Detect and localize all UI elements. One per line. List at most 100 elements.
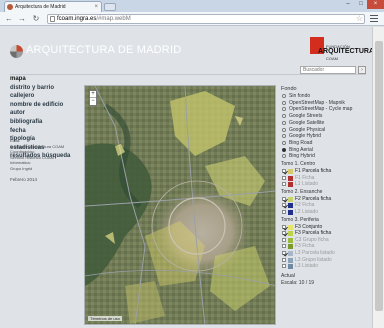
basemap-option[interactable]: OpenStreetMap - Cycle map bbox=[281, 106, 371, 113]
basemap-option-label: OpenStreetMap - Mapnik bbox=[289, 99, 345, 106]
basemap-option[interactable]: Google Physical bbox=[281, 127, 371, 134]
checkbox-icon[interactable] bbox=[282, 244, 286, 249]
radio-icon[interactable] bbox=[282, 140, 286, 145]
reload-icon[interactable]: ↻ bbox=[31, 14, 41, 24]
basemap-option[interactable]: Google Hybrid bbox=[281, 133, 371, 140]
maximize-icon[interactable]: □ bbox=[355, 0, 367, 9]
sidebar-item-autor[interactable]: autor bbox=[10, 109, 80, 118]
layer-item[interactable]: F2 Parcela ficha bbox=[281, 196, 371, 203]
sidebar-item-bibliografia[interactable]: bibliografía bbox=[10, 118, 80, 127]
layer-swatch bbox=[288, 264, 293, 270]
layer-item[interactable]: F2 Ficha bbox=[281, 202, 371, 209]
layer-label: F2 Ficha bbox=[295, 202, 315, 209]
search-button[interactable]: › bbox=[358, 66, 366, 74]
checkbox-icon[interactable] bbox=[282, 264, 286, 269]
radio-icon[interactable] bbox=[282, 120, 286, 125]
layer-swatch bbox=[288, 244, 293, 250]
layer-swatch bbox=[288, 203, 293, 209]
layer-swatch bbox=[288, 237, 293, 243]
layer-swatch bbox=[288, 250, 293, 256]
zoom-in-button[interactable]: + bbox=[90, 91, 96, 98]
scrollbar-thumb[interactable] bbox=[375, 41, 383, 311]
sidebar-item-callejero[interactable]: callejero bbox=[10, 92, 80, 101]
radio-icon[interactable] bbox=[282, 100, 286, 105]
radio-icon[interactable] bbox=[282, 114, 286, 119]
site-logo-icon bbox=[10, 45, 23, 58]
minimize-icon[interactable]: – bbox=[342, 0, 354, 9]
sidebar-item-distrito[interactable]: distrito y barrio bbox=[10, 84, 80, 93]
page-scrollbar[interactable] bbox=[372, 27, 384, 328]
sidebar-item-mapa[interactable]: mapa bbox=[10, 75, 80, 84]
tab-close-icon[interactable]: × bbox=[94, 2, 98, 12]
layer-swatch bbox=[288, 169, 293, 175]
radio-icon[interactable] bbox=[282, 107, 286, 112]
search-input[interactable] bbox=[300, 66, 356, 74]
radio-icon[interactable] bbox=[282, 94, 286, 98]
zoom-control: + − bbox=[89, 90, 97, 106]
layer-item[interactable]: L3 Parcela listado bbox=[281, 250, 371, 257]
site-favicon-icon bbox=[7, 4, 13, 10]
credit-line: Grupo Ingrid bbox=[10, 165, 33, 171]
layer-item[interactable]: L1 Listado bbox=[281, 181, 371, 188]
checkbox-icon[interactable] bbox=[282, 196, 286, 201]
basemap-option[interactable]: OpenStreetMap - Mapnik bbox=[281, 100, 371, 107]
brand-line3: COAM bbox=[326, 56, 338, 61]
layer-item[interactable]: L2 Listado bbox=[281, 209, 371, 216]
checkbox-icon[interactable] bbox=[282, 182, 286, 187]
map-terms-link[interactable]: Términos de uso bbox=[88, 316, 122, 321]
checkbox-icon[interactable] bbox=[282, 169, 286, 174]
layer-swatch bbox=[288, 182, 293, 188]
browser-tab[interactable]: Arquitectura de Madrid × bbox=[4, 1, 102, 12]
checkbox-icon[interactable] bbox=[282, 224, 286, 229]
basemap-option-label: Sin fondo bbox=[289, 93, 311, 99]
checkbox-icon[interactable] bbox=[282, 231, 286, 236]
layer-item[interactable]: F3 Conjunto bbox=[281, 224, 371, 231]
bookmark-star-icon[interactable]: ☆ bbox=[356, 14, 363, 24]
layer-swatch bbox=[288, 175, 293, 181]
layer-item[interactable]: F3 Parcela ficha bbox=[281, 230, 371, 237]
forward-arrow-icon[interactable]: → bbox=[17, 14, 27, 24]
basemap-option[interactable]: Google Streets bbox=[281, 113, 371, 120]
layer-item[interactable]: F3 Ficha bbox=[281, 243, 371, 250]
basemap-option-label: Google Physical bbox=[289, 126, 326, 133]
radio-icon[interactable] bbox=[282, 127, 286, 132]
layer-item[interactable]: C3 Grupo ficha bbox=[281, 237, 371, 244]
radio-icon[interactable] bbox=[282, 147, 286, 152]
basemap-option[interactable]: Google Satellite bbox=[281, 120, 371, 127]
basemap-option-label: Google Satellite bbox=[289, 119, 325, 126]
checkbox-icon[interactable] bbox=[282, 210, 286, 214]
radio-icon[interactable] bbox=[282, 134, 286, 139]
browser-toolbar: ← → ↻ fcoam.ingra.es/#map.webM ☆ bbox=[0, 12, 384, 26]
layer-label: L3 Listado bbox=[295, 263, 319, 270]
basemap-option-label: Google Hybrid bbox=[289, 133, 321, 140]
actual-label: Actual bbox=[281, 272, 295, 279]
layer-label: L1 Listado bbox=[295, 181, 319, 188]
sidebar-item-fecha[interactable]: fecha bbox=[10, 127, 80, 136]
new-tab-button[interactable] bbox=[104, 3, 116, 11]
layer-label: C3 Grupo ficha bbox=[295, 236, 329, 243]
aerial-imagery bbox=[85, 86, 275, 324]
address-bar[interactable]: fcoam.ingra.es/#map.webM bbox=[47, 14, 365, 24]
basemap-option[interactable]: Bing Hybrid bbox=[281, 153, 371, 160]
web-page: ARQUITECTURA DE MADRID FUNDACIÓN ARQUITE… bbox=[0, 27, 374, 328]
checkbox-icon[interactable] bbox=[282, 203, 286, 208]
checkbox-icon[interactable] bbox=[282, 237, 286, 242]
back-arrow-icon[interactable]: ← bbox=[4, 14, 14, 24]
layer-item[interactable]: L3 Listado bbox=[281, 263, 371, 270]
window-close-icon[interactable]: × bbox=[367, 0, 384, 9]
checkbox-icon[interactable] bbox=[282, 250, 286, 255]
checkbox-icon[interactable] bbox=[282, 175, 286, 180]
layer-label: F3 Parcela ficha bbox=[295, 230, 332, 237]
layer-item[interactable]: F1 Parcela ficha bbox=[281, 168, 371, 175]
sidebar-item-edificio[interactable]: nombre de edificio bbox=[10, 101, 80, 110]
basemap-option[interactable]: Bing Aerial bbox=[281, 147, 371, 154]
layer-item[interactable]: F1 Ficha bbox=[281, 175, 371, 182]
basemap-option[interactable]: Bing Road bbox=[281, 140, 371, 147]
zoom-out-button[interactable]: − bbox=[90, 98, 96, 105]
aerial-map[interactable]: + − bbox=[84, 85, 276, 325]
checkbox-icon[interactable] bbox=[282, 257, 286, 262]
radio-icon[interactable] bbox=[282, 154, 286, 159]
browser-menu-icon[interactable] bbox=[370, 15, 378, 22]
layer-item[interactable]: L3 Grupo listado bbox=[281, 257, 371, 264]
basemap-option[interactable]: Sin fondo bbox=[281, 93, 371, 100]
